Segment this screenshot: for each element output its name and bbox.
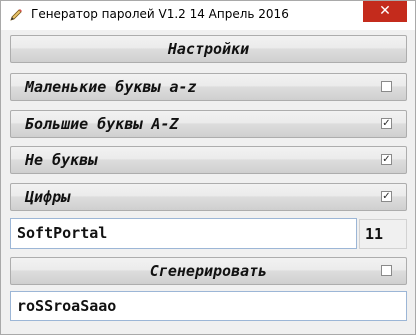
option-lowercase-checkbox[interactable] xyxy=(381,81,392,92)
option-uppercase[interactable]: Большие буквы A-Z xyxy=(10,110,407,138)
pencil-icon xyxy=(8,7,24,23)
option-uppercase-checkbox[interactable] xyxy=(381,118,392,129)
settings-button[interactable]: Настройки xyxy=(10,35,407,63)
length-field[interactable]: 11 xyxy=(359,219,407,249)
close-button[interactable]: ✕ xyxy=(363,1,407,22)
option-symbols[interactable]: Не буквы xyxy=(10,146,407,174)
option-digits[interactable]: Цифры xyxy=(10,183,407,211)
password-output[interactable]: roSSroaSaao xyxy=(10,291,407,321)
generate-button-label: Сгенерировать xyxy=(149,262,268,280)
option-digits-checkbox[interactable] xyxy=(381,191,392,202)
option-digits-label: Цифры xyxy=(25,188,71,206)
option-symbols-checkbox[interactable] xyxy=(381,154,392,165)
settings-button-label: Настройки xyxy=(167,40,250,58)
app-window: Генератор паролей V1.2 14 Апрель 2016 ✕ … xyxy=(0,0,416,335)
option-lowercase-label: Маленькие буквы a-z xyxy=(25,78,197,96)
option-lowercase[interactable]: Маленькие буквы a-z xyxy=(10,73,407,101)
option-symbols-label: Не буквы xyxy=(25,151,98,169)
close-icon: ✕ xyxy=(379,3,391,19)
generate-button[interactable]: Сгенерировать xyxy=(10,257,407,285)
title-bar[interactable]: Генератор паролей V1.2 14 Апрель 2016 ✕ xyxy=(1,1,415,30)
generate-checkbox[interactable] xyxy=(381,265,392,276)
seed-input[interactable]: SoftPortal xyxy=(10,218,357,249)
window-title: Генератор паролей V1.2 14 Апрель 2016 xyxy=(31,7,289,21)
option-uppercase-label: Большие буквы A-Z xyxy=(25,115,179,133)
